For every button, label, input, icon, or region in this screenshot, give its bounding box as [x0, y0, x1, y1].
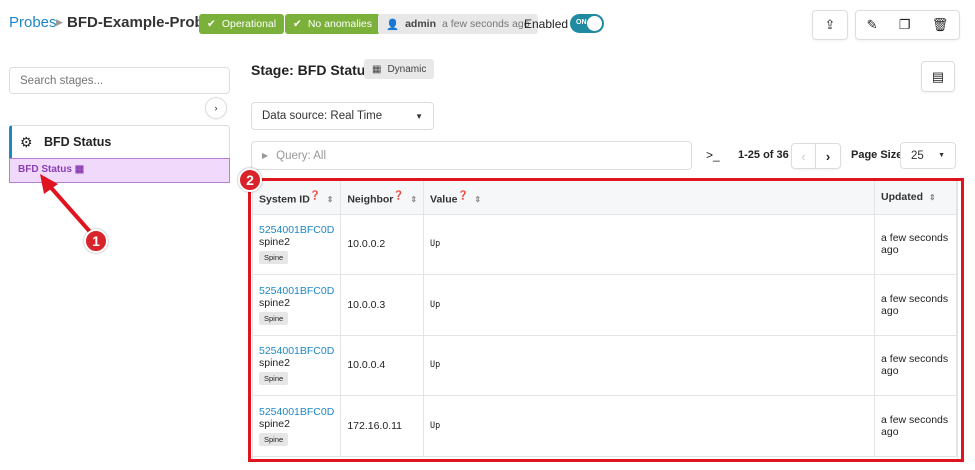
panel-icon: ▤ [931, 68, 945, 84]
user-icon: 👤 [386, 18, 400, 31]
check-icon: ✔ [207, 18, 216, 30]
caret-down-icon: ▼ [938, 152, 945, 159]
prev-page-button[interactable]: ‹ [791, 143, 816, 169]
anomalies-label: No anomalies [307, 18, 373, 30]
page-size-value: 25 [911, 149, 924, 162]
next-page-button[interactable]: › [815, 143, 841, 169]
callout-1: 1 [84, 229, 108, 253]
enabled-label: Enabled [524, 17, 569, 31]
user-badge: 👤 admin a few seconds ago [378, 14, 538, 34]
check-icon: ✔ [293, 18, 302, 30]
processor-name: BFD Status [44, 135, 112, 149]
caret-right-icon: ▶ [262, 151, 269, 160]
page-size-select[interactable]: 25 ▼ [900, 142, 956, 169]
operational-label: Operational [221, 18, 277, 30]
highlight-box [248, 178, 964, 462]
collapse-sidebar-button[interactable]: › [205, 97, 227, 119]
query-label: Query: All [276, 149, 327, 162]
dynamic-icon: ▦ [372, 63, 382, 75]
terminal-icon[interactable]: >_ [706, 148, 720, 162]
pagination-range: 1-25 of 36 [738, 149, 789, 161]
edit-icon[interactable]: ✎ [867, 17, 878, 33]
query-bar[interactable]: ▶ Query: All [251, 141, 692, 170]
enabled-toggle[interactable]: ON [570, 14, 604, 33]
layout-toggle-button[interactable]: ▤ [921, 61, 955, 92]
callout-2: 2 [238, 168, 262, 192]
toggle-state: ON [576, 19, 587, 26]
dynamic-label: Dynamic [387, 63, 427, 75]
breadcrumb-probes-link[interactable]: Probes [9, 14, 57, 31]
action-button-group: ✎ ❐ 🗑 [855, 10, 960, 40]
user-name: admin [405, 18, 436, 30]
caret-down-icon: ▼ [415, 111, 423, 121]
anomalies-badge: ✔ No anomalies [285, 14, 381, 34]
data-source-select[interactable]: Data source: Real Time ▼ [251, 102, 434, 130]
user-time: a few seconds ago [442, 18, 530, 30]
breadcrumb-separator-icon: ▶ [56, 17, 63, 27]
delete-icon[interactable]: 🗑 [932, 17, 949, 33]
page-size-label: Page Size: [851, 149, 907, 161]
search-stages-input[interactable] [9, 67, 230, 94]
page-title: BFD-Example-Probe [67, 14, 213, 31]
dynamic-badge: ▦ Dynamic [364, 59, 435, 79]
stage-title: Stage: BFD Status [251, 62, 374, 78]
data-source-value: Data source: Real Time [262, 110, 383, 122]
clone-icon[interactable]: ❐ [899, 17, 911, 33]
export-button[interactable]: ⇪ [812, 10, 848, 40]
share-icon: ⇪ [824, 17, 836, 32]
processor-icon: ⚙ [20, 134, 33, 150]
operational-badge: ✔ Operational [199, 14, 285, 34]
